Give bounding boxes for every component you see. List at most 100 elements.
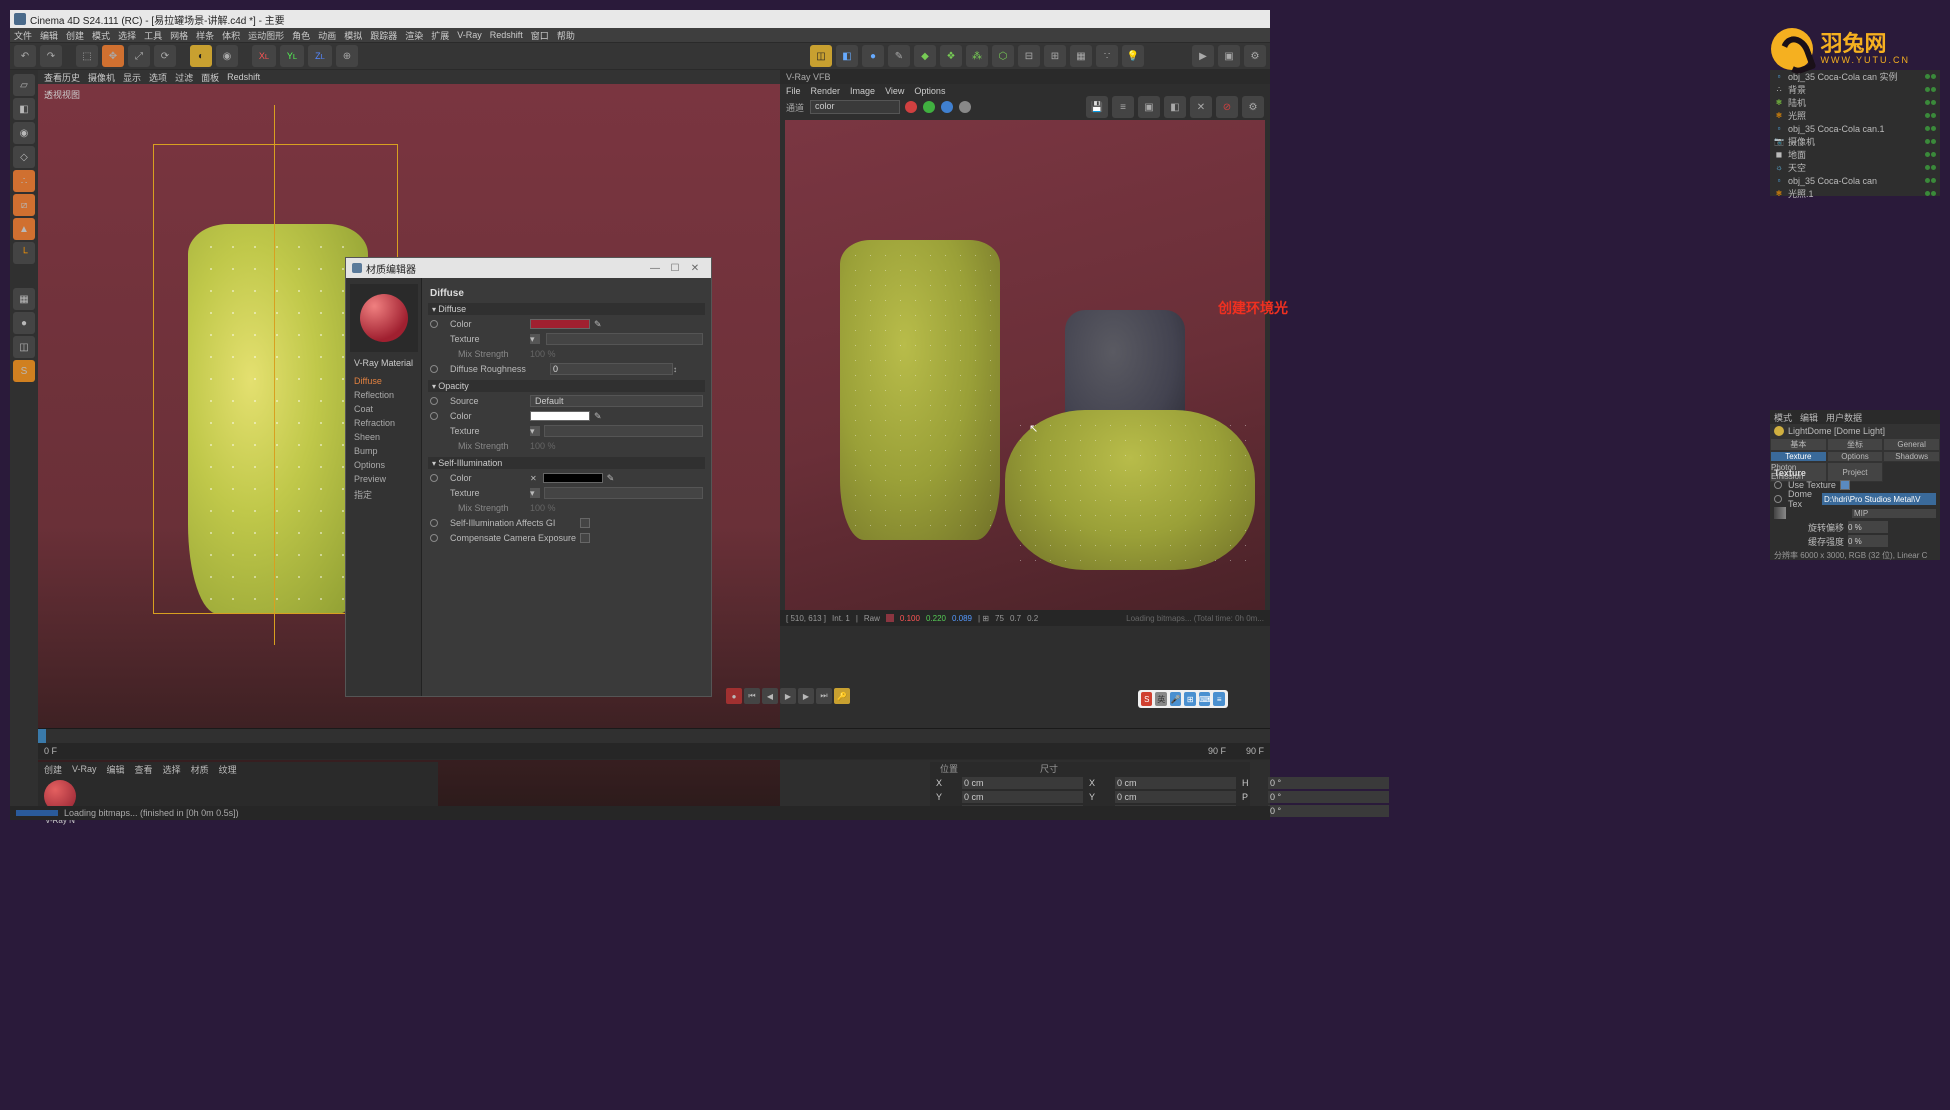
coord-y-pos[interactable] [962,791,1083,803]
visibility-render-dot[interactable] [1931,74,1936,79]
vp-menu-options[interactable]: 选项 [149,71,167,84]
object-row[interactable]: ▫ obj_35 Coca-Cola can [1770,174,1940,187]
vfb-tab[interactable]: V-Ray VFB [780,70,1270,84]
render-settings[interactable]: ⚙ [1244,45,1266,67]
mat-tab-texture[interactable]: 纹理 [219,763,237,776]
workplane-mode[interactable]: ◇ [13,146,35,168]
menu-edit[interactable]: 编辑 [40,29,58,42]
camera-create[interactable]: ∵ [1096,45,1118,67]
coord-x-size[interactable] [1115,777,1236,789]
visibility-editor-dot[interactable] [1925,74,1930,79]
menu-render[interactable]: 渲染 [405,29,423,42]
substance-icon[interactable]: S [13,360,35,382]
prev-frame-button[interactable]: ◀ [762,688,778,704]
opacity-source-dropdown[interactable]: Default [530,395,703,407]
visibility-render-dot[interactable] [1931,87,1936,92]
mat-tab-create[interactable]: 创建 [44,763,62,776]
menu-vray[interactable]: V-Ray [457,30,482,40]
render-picture-viewer[interactable]: ▣ [1218,45,1240,67]
visibility-render-dot[interactable] [1931,165,1936,170]
coord-p-rot[interactable] [1268,791,1389,803]
redo-button[interactable]: ↷ [40,45,62,67]
attr-tab-shadows[interactable]: Shadows [1883,451,1940,462]
object-row[interactable]: 📷 摄像机 [1770,135,1940,148]
object-row[interactable]: ❄ 光照 [1770,109,1940,122]
attr-tab-project[interactable]: Project [1827,462,1884,482]
visibility-render-dot[interactable] [1931,191,1936,196]
vp-menu-view[interactable]: 查看历史 [44,71,80,84]
goto-end-button[interactable]: ⏭ [816,688,832,704]
visibility-editor-dot[interactable] [1925,178,1930,183]
vfb-stop-icon[interactable]: ⊘ [1216,96,1238,118]
ime-keyboard-icon[interactable]: ⌨ [1199,692,1211,706]
effector[interactable]: ⬡ [992,45,1014,67]
ime-menu-icon[interactable]: ≡ [1213,692,1224,706]
group-self-illum[interactable]: Self-Illumination [428,457,705,469]
selfillum-gi-checkbox[interactable] [580,518,590,528]
attr-tab-texture[interactable]: Texture [1770,451,1827,462]
menu-window[interactable]: 窗口 [531,29,549,42]
prop1-input[interactable] [1848,521,1888,533]
diffuse-texture-slot[interactable] [546,333,703,345]
light-create[interactable]: 💡 [1122,45,1144,67]
diffuse-color-swatch[interactable] [530,319,590,329]
menu-mode[interactable]: 模式 [92,29,110,42]
timeline-start[interactable]: 0 F [44,746,57,756]
visibility-editor-dot[interactable] [1925,100,1930,105]
vfb-render-viewport[interactable]: ↖ [785,120,1265,610]
extrude-generator[interactable]: ◆ [914,45,936,67]
locked-tool[interactable]: ◉ [216,45,238,67]
visibility-render-dot[interactable] [1931,139,1936,144]
workplane-snap[interactable]: ◫ [13,336,35,358]
render-view[interactable]: ▶ [1192,45,1214,67]
coord-system[interactable]: ⊕ [336,45,358,67]
texture-dropdown-icon[interactable]: ▾ [530,334,540,344]
timeline-playhead[interactable] [38,729,46,743]
vfb-settings-icon[interactable]: ⚙ [1242,96,1264,118]
visibility-render-dot[interactable] [1931,126,1936,131]
menu-help[interactable]: 帮助 [557,29,575,42]
spline-pen[interactable]: ✎ [888,45,910,67]
comp-exposure-checkbox[interactable] [580,533,590,543]
point-mode[interactable]: ∴ [13,170,35,192]
subdivision-generator[interactable]: ❖ [940,45,962,67]
attr-tab-general[interactable]: General [1883,438,1940,451]
object-row[interactable]: ◼ 地面 [1770,148,1940,161]
diffuse-roughness-input[interactable] [550,363,673,375]
visibility-editor-dot[interactable] [1925,191,1930,196]
visibility-editor-dot[interactable] [1925,113,1930,118]
eyedropper-icon[interactable]: ✎ [594,319,602,330]
menu-spline[interactable]: 样条 [196,29,214,42]
axis-z-toggle[interactable]: ZL [308,45,332,67]
opacity-source-radio[interactable] [430,397,438,405]
timeline-end[interactable]: 90 F [1208,746,1226,756]
vfb-menu-image[interactable]: Image [850,86,875,96]
visibility-render-dot[interactable] [1931,113,1936,118]
vfb-alpha-channel[interactable] [959,101,971,113]
visibility-editor-dot[interactable] [1925,87,1930,92]
texture-mode[interactable]: ◉ [13,122,35,144]
menu-simulate[interactable]: 模拟 [344,29,362,42]
channel-refraction[interactable]: Refraction [346,416,421,430]
group-diffuse[interactable]: Diffuse [428,303,705,315]
field[interactable]: ⊞ [1044,45,1066,67]
channel-sheen[interactable]: Sheen [346,430,421,444]
attr-tab-coord[interactable]: 坐标 [1827,438,1884,451]
goto-start-button[interactable]: ⏮ [744,688,760,704]
vfb-channel-dropdown[interactable]: color [810,100,900,114]
maximize-button[interactable]: ☐ [665,263,685,274]
axis-mode[interactable]: └ [13,242,35,264]
vfb-menu-file[interactable]: File [786,86,801,96]
polygon-mode[interactable]: ▲ [13,218,35,240]
opacity-eyedropper-icon[interactable]: ✎ [594,411,602,422]
move-tool[interactable]: ✥ [102,45,124,67]
visibility-render-dot[interactable] [1931,100,1936,105]
visibility-render-dot[interactable] [1931,178,1936,183]
timeline-range-end[interactable]: 90 F [1246,746,1264,756]
snap-toggle[interactable]: ● [13,312,35,334]
mat-tab-vray[interactable]: V-Ray [72,764,97,774]
channel-reflection[interactable]: Reflection [346,388,421,402]
attr-mode[interactable]: 模式 [1774,411,1792,424]
selfillum-tex-dropdown-icon[interactable]: ▾ [530,488,540,498]
coord-y-size[interactable] [1115,791,1236,803]
